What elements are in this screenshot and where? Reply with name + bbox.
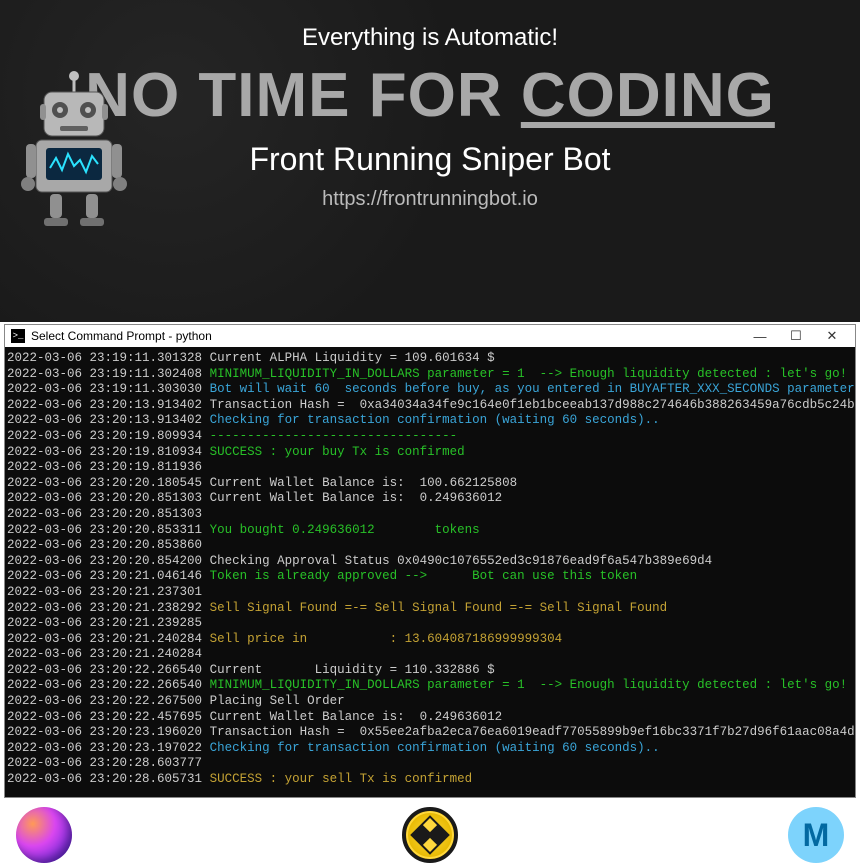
- footer-icons: M: [0, 798, 860, 866]
- window-title: Select Command Prompt - python: [31, 329, 749, 343]
- bnb-coin-icon: [402, 807, 458, 863]
- maximize-button[interactable]: ☐: [785, 328, 807, 344]
- close-button[interactable]: ✕: [821, 328, 843, 344]
- matic-coin-icon: M: [788, 807, 844, 863]
- window-titlebar[interactable]: >_ Select Command Prompt - python — ☐ ✕: [5, 325, 855, 347]
- minimize-button[interactable]: —: [749, 329, 771, 344]
- hero-tagline: Everything is Automatic!: [0, 24, 860, 52]
- terminal-window: >_ Select Command Prompt - python — ☐ ✕ …: [4, 324, 856, 798]
- robot-icon: [14, 68, 134, 228]
- terminal-output[interactable]: 2022-03-06 23:19:11.301328 Current ALPHA…: [5, 347, 855, 797]
- hero-banner: Everything is Automatic! NO TIME FOR COD…: [0, 0, 860, 322]
- hero-headline: NO TIME FOR CODING: [85, 60, 775, 131]
- pancake-coin-icon: [16, 807, 72, 863]
- cmd-icon: >_: [11, 329, 25, 343]
